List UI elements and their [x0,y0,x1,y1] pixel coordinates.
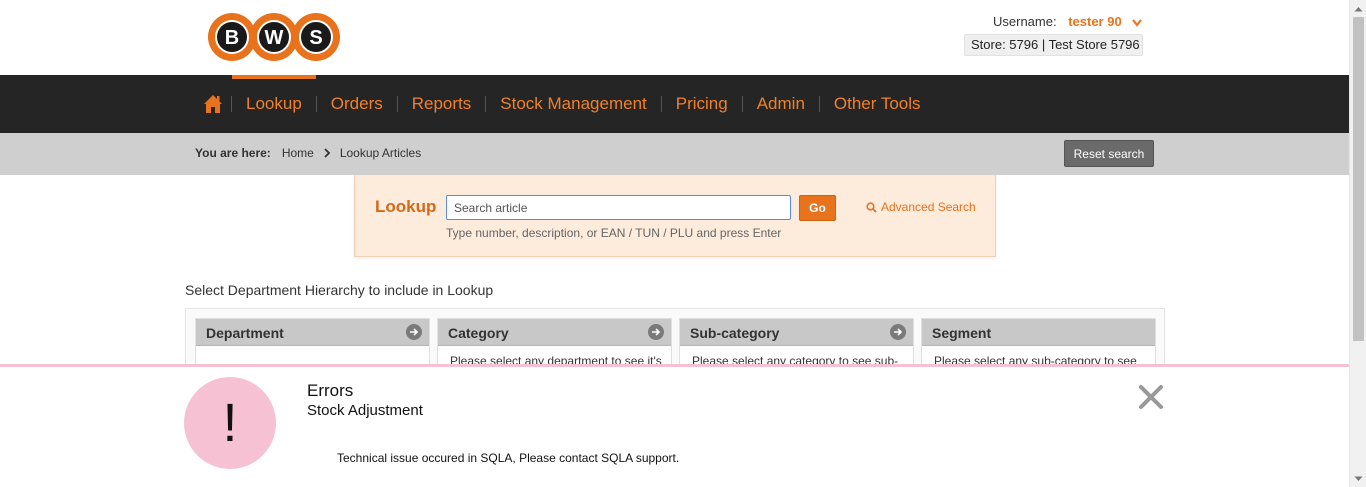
close-icon[interactable] [1137,383,1165,411]
bws-logo[interactable]: B W S [207,11,341,63]
column-title: Category [448,325,509,341]
lookup-panel: Lookup Go Advanced Search Type number, d… [354,175,996,257]
error-message: Technical issue occured in SQLA, Please … [337,451,680,465]
user-menu[interactable]: Username: tester 90 [993,14,1143,29]
advanced-search-link[interactable]: Advanced Search [866,200,976,214]
home-icon[interactable] [202,93,224,115]
arrow-right-icon[interactable] [890,324,906,340]
scrollbar[interactable] [1349,0,1366,487]
chevron-right-icon [324,148,331,158]
search-icon [866,201,877,213]
svg-text:W: W [265,27,284,49]
arrow-right-icon[interactable] [406,324,422,340]
breadcrumb-home[interactable]: Home [282,146,314,160]
nav-item-orders[interactable]: Orders [317,75,397,133]
nav-item-stock-management[interactable]: Stock Management [486,75,660,133]
column-body [196,346,429,362]
error-title: Errors [307,381,354,400]
column-title: Department [206,325,284,341]
nav-home[interactable] [195,75,231,133]
column-header[interactable]: Sub-category [680,319,913,346]
svg-text:B: B [225,27,239,49]
column-header[interactable]: Department [196,319,429,346]
go-button[interactable]: Go [799,195,836,221]
column-header[interactable]: Category [438,319,671,346]
hierarchy-title: Select Department Hierarchy to include i… [185,282,494,298]
nav-item-pricing[interactable]: Pricing [662,75,742,133]
hierarchy-panel: Department Category Please select any de… [185,308,1165,378]
advanced-search-label: Advanced Search [881,200,976,214]
error-subtitle: Stock Adjustment [307,402,423,419]
nav-item-other-tools[interactable]: Other Tools [820,75,935,133]
column-title: Sub-category [690,325,780,341]
breadcrumb-bar: You are here: Home Lookup Articles Reset… [0,133,1349,175]
nav-item-reports[interactable]: Reports [398,75,486,133]
scroll-down-arrow[interactable] [1350,470,1366,487]
main-nav: Lookup Orders Reports Stock Management P… [0,75,1349,133]
store-badge: Store: 5796 | Test Store 5796 [964,34,1143,56]
search-input[interactable] [446,195,791,220]
error-icon: ! [184,377,276,469]
lookup-hint: Type number, description, or EAN / TUN /… [446,226,782,240]
page: B W S Username: tester 90 Store: 5796 | … [0,0,1366,487]
username-label: Username: [993,14,1057,29]
error-panel: ! Errors Stock Adjustment Technical issu… [0,364,1349,487]
header: B W S Username: tester 90 Store: 5796 | … [0,0,1349,75]
nav-item-lookup[interactable]: Lookup [232,75,316,133]
breadcrumb-current: Lookup Articles [339,146,422,160]
username-value[interactable]: tester 90 [1068,14,1121,29]
breadcrumb-label: You are here: [195,146,271,160]
arrow-right-icon[interactable] [648,324,664,340]
chevron-down-icon[interactable] [1131,18,1143,28]
scroll-thumb[interactable] [1353,17,1364,341]
column-header[interactable]: Segment [922,319,1155,346]
scroll-up-arrow[interactable] [1350,0,1366,17]
nav-item-admin[interactable]: Admin [743,75,819,133]
lookup-title: Lookup [375,197,437,216]
column-title: Segment [932,325,992,341]
breadcrumb: You are here: Home Lookup Articles [195,146,421,160]
svg-text:S: S [309,27,322,49]
reset-search-button[interactable]: Reset search [1064,140,1154,167]
